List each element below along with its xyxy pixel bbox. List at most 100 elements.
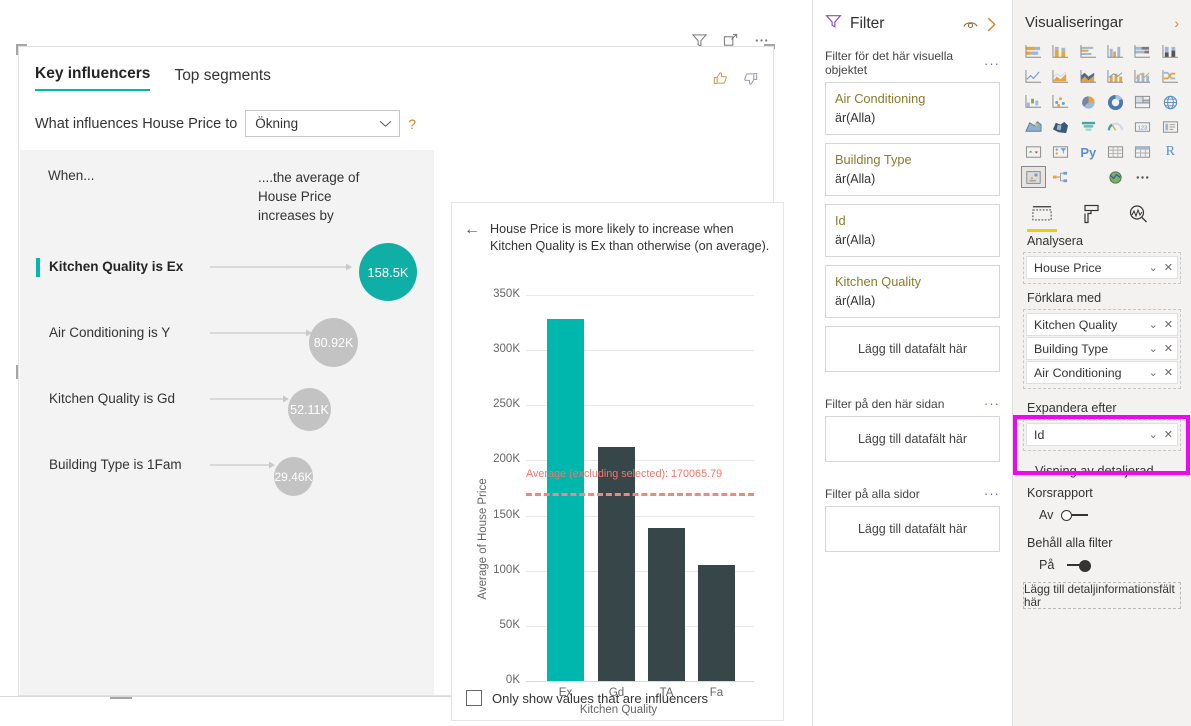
filled-map-icon[interactable] — [1021, 116, 1046, 138]
filter-field-value: är(Alla) — [835, 172, 990, 186]
100-stacked-bar-chart-icon[interactable] — [1130, 41, 1155, 63]
remove-field-icon[interactable]: ✕ — [1164, 261, 1173, 274]
field-pill-id[interactable]: Id ⌄ ✕ — [1026, 423, 1178, 446]
remove-field-icon[interactable]: ✕ — [1164, 366, 1173, 379]
list-item[interactable]: Building Type is 1Fam 29.46K — [20, 434, 434, 522]
filter-pane: Filter Filter för det här visuella objek… — [812, 0, 1012, 726]
gauge-chart-icon[interactable] — [1103, 116, 1128, 138]
chevron-down-icon[interactable]: ⌄ — [1149, 428, 1158, 441]
donut-chart-icon[interactable] — [1103, 91, 1128, 113]
python-visual-icon[interactable]: Py — [1076, 141, 1101, 163]
field-name: House Price — [1034, 261, 1143, 275]
well-analysera[interactable]: House Price ⌄ ✕ — [1023, 252, 1181, 284]
section-more-icon[interactable]: ··· — [984, 396, 1000, 411]
filter-dropzone-page[interactable]: Lägg till datafält här — [825, 416, 1000, 462]
influencer-bubble[interactable]: 29.46K — [274, 457, 313, 496]
filter-section-page-label: Filter på den här sidan ··· — [813, 396, 1012, 411]
field-pill-building-type[interactable]: Building Type ⌄ ✕ — [1026, 337, 1178, 360]
card-icon[interactable]: 123 — [1130, 116, 1155, 138]
filter-card-building-type[interactable]: Building Type är(Alla) — [825, 143, 1000, 196]
decomposition-tree-icon[interactable] — [1048, 166, 1073, 188]
average-reference-label: Average (excluding selected): 170065.79 — [526, 468, 722, 480]
bar-ex[interactable] — [547, 319, 584, 681]
filter-card-kitchen-quality[interactable]: Kitchen Quality är(Alla) — [825, 265, 1000, 318]
line-stacked-column-chart-icon[interactable] — [1103, 66, 1128, 88]
influencer-bubble[interactable]: 158.5K — [359, 243, 417, 301]
line-clustered-column-chart-icon[interactable] — [1130, 66, 1155, 88]
bar-gd[interactable] — [598, 447, 635, 681]
section-more-icon[interactable]: ··· — [984, 56, 1000, 71]
cross-report-toggle[interactable] — [1061, 509, 1091, 521]
chevron-right-icon[interactable] — [983, 16, 1000, 33]
line-chart-icon[interactable] — [1021, 66, 1046, 88]
chevron-down-icon[interactable]: ⌄ — [1149, 261, 1158, 274]
area-chart-icon[interactable] — [1048, 66, 1073, 88]
pie-chart-icon[interactable] — [1076, 91, 1101, 113]
only-influencers-checkbox[interactable] — [466, 690, 482, 706]
map-icon[interactable] — [1158, 91, 1183, 113]
stacked-area-chart-icon[interactable] — [1076, 66, 1101, 88]
filter-card-id[interactable]: Id är(Alla) — [825, 204, 1000, 257]
field-pill-air-conditioning[interactable]: Air Conditioning ⌄ ✕ — [1026, 361, 1178, 384]
remove-field-icon[interactable]: ✕ — [1164, 318, 1173, 331]
stacked-column-chart-icon[interactable] — [1048, 41, 1073, 63]
chevron-down-icon[interactable]: ⌄ — [1149, 366, 1158, 379]
keep-filters-toggle[interactable] — [1062, 559, 1092, 571]
section-more-icon[interactable]: ··· — [984, 486, 1000, 501]
only-influencers-checkbox-row[interactable]: Only show values that are influencers — [466, 690, 708, 706]
format-tab-icon[interactable] — [1077, 201, 1103, 227]
multi-row-card-icon[interactable] — [1158, 116, 1183, 138]
y-tick: 0K — [474, 674, 520, 686]
bar-fa[interactable] — [698, 565, 735, 681]
filter-dropzone-visual[interactable]: Lägg till datafält här — [825, 326, 1000, 372]
help-icon[interactable]: ? — [408, 116, 416, 132]
y-tick: 150K — [474, 509, 520, 521]
funnel-chart-icon[interactable] — [1076, 116, 1101, 138]
scatter-chart-icon[interactable] — [1048, 91, 1073, 113]
shape-map-icon[interactable] — [1048, 116, 1073, 138]
waterfall-chart-icon[interactable] — [1021, 91, 1046, 113]
filter-dropzone-all-pages[interactable]: Lägg till datafält här — [825, 506, 1000, 552]
well-expandera-efter[interactable]: Id ⌄ ✕ — [1023, 419, 1181, 451]
fields-tab-icon[interactable] — [1029, 201, 1055, 227]
field-pill-house-price[interactable]: House Price ⌄ ✕ — [1026, 256, 1178, 279]
thumbs-down-icon[interactable] — [740, 69, 759, 88]
keep-filters-toggle-row[interactable]: På — [1013, 554, 1191, 572]
well-forklara-med[interactable]: Kitchen Quality ⌄ ✕ Building Type ⌄ ✕ Ai… — [1023, 309, 1181, 389]
key-influencers-icon[interactable] — [1021, 166, 1046, 188]
kpi-icon[interactable] — [1021, 141, 1046, 163]
toggle-knob — [1079, 560, 1091, 572]
clustered-column-chart-icon[interactable] — [1103, 41, 1128, 63]
chevron-right-icon[interactable]: › — [1174, 15, 1179, 31]
drillthrough-dropzone[interactable]: Lägg till detaljinformationsfält här — [1023, 582, 1181, 609]
chevron-down-icon[interactable]: ⌄ — [1149, 342, 1158, 355]
analytics-tab-icon[interactable] — [1125, 201, 1151, 227]
ribbon-chart-icon[interactable] — [1158, 66, 1183, 88]
influencer-bubble[interactable]: 52.11K — [288, 388, 331, 431]
arcgis-map-icon[interactable] — [1103, 166, 1128, 188]
slicer-icon[interactable] — [1048, 141, 1073, 163]
chevron-down-icon[interactable]: ⌄ — [1149, 318, 1158, 331]
tab-top-segments[interactable]: Top segments — [174, 67, 271, 91]
treemap-icon[interactable] — [1130, 91, 1155, 113]
matrix-icon[interactable] — [1130, 141, 1155, 163]
eye-icon[interactable] — [962, 16, 979, 33]
thumbs-up-icon[interactable] — [712, 69, 731, 88]
selected-indicator — [36, 258, 40, 277]
stacked-bar-chart-icon[interactable] — [1021, 41, 1046, 63]
field-pill-kitchen-quality[interactable]: Kitchen Quality ⌄ ✕ — [1026, 313, 1178, 336]
cross-report-toggle-row[interactable]: Av — [1013, 504, 1191, 522]
100-stacked-column-chart-icon[interactable] — [1158, 41, 1183, 63]
table-icon[interactable] — [1103, 141, 1128, 163]
bar-ta[interactable] — [648, 528, 685, 681]
influencer-bubble[interactable]: 80.92K — [309, 318, 358, 367]
remove-field-icon[interactable]: ✕ — [1164, 428, 1173, 441]
more-visuals-icon[interactable] — [1130, 166, 1155, 188]
remove-field-icon[interactable]: ✕ — [1164, 342, 1173, 355]
filter-card-air-conditioning[interactable]: Air Conditioning är(Alla) — [825, 82, 1000, 135]
y-axis-label: Average of House Price — [477, 474, 489, 604]
influence-direction-select[interactable]: Ökning — [245, 110, 400, 137]
r-visual-icon[interactable]: R — [1158, 141, 1183, 163]
tab-key-influencers[interactable]: Key influencers — [35, 65, 150, 91]
clustered-bar-chart-icon[interactable] — [1076, 41, 1101, 63]
